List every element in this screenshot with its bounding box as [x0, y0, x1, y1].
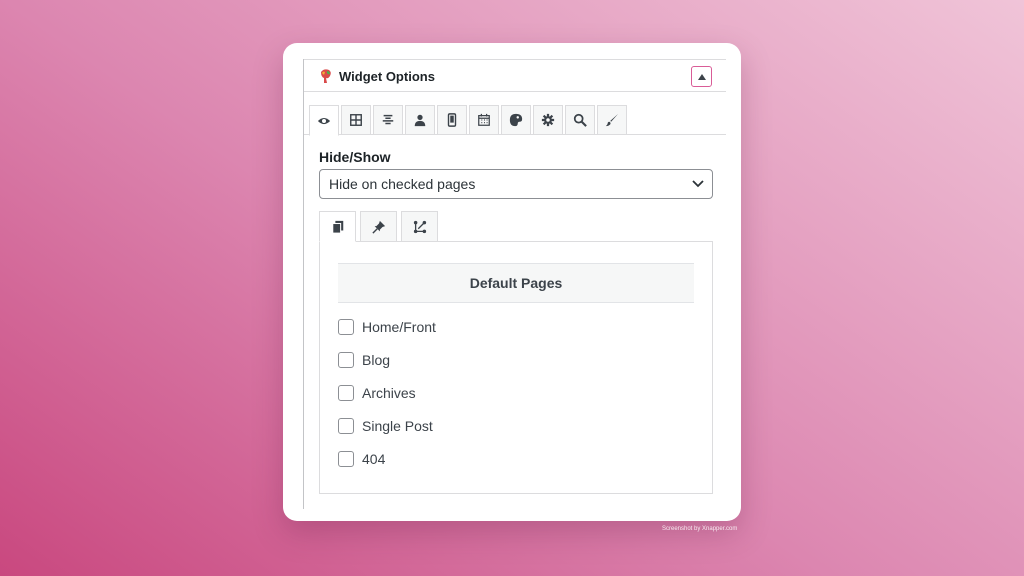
- checkbox-label: Archives: [362, 385, 416, 401]
- tab-mobile[interactable]: [437, 105, 467, 135]
- calendar-icon: [478, 113, 490, 126]
- eye-icon: [317, 117, 331, 124]
- align-center-icon: [382, 114, 394, 125]
- tab-settings[interactable]: [533, 105, 563, 135]
- checkbox-label: Single Post: [362, 418, 433, 434]
- subtab-pages[interactable]: [319, 211, 356, 242]
- watermark: Screenshot by Xnapper.com: [662, 526, 738, 532]
- checkbox-row-home-front[interactable]: Home/Front: [338, 318, 436, 336]
- options-tabs: [304, 105, 726, 136]
- checkbox-label: Home/Front: [362, 319, 436, 335]
- checkbox-row-blog[interactable]: Blog: [338, 351, 390, 369]
- widget-options-panel: Widget Options Hide/Show Hide on checked…: [303, 59, 726, 509]
- user-icon: [414, 114, 426, 127]
- tab-alignment[interactable]: [373, 105, 403, 135]
- page-type-tabs: [319, 211, 713, 242]
- hide-show-selected-value: Hide on checked pages: [329, 176, 476, 192]
- collapse-button[interactable]: [691, 66, 712, 87]
- tab-search[interactable]: [565, 105, 595, 135]
- tab-devices[interactable]: [341, 105, 371, 135]
- pages-icon: [331, 220, 343, 234]
- tab-schedule[interactable]: [469, 105, 499, 135]
- chevron-down-icon: [692, 180, 704, 188]
- hide-show-select[interactable]: Hide on checked pages: [319, 169, 713, 199]
- mobile-icon: [447, 113, 457, 127]
- panel-header[interactable]: Widget Options: [304, 59, 726, 92]
- brush-icon: [605, 113, 619, 127]
- widget-options-logo-icon: [321, 69, 331, 83]
- pin-icon: [371, 220, 385, 234]
- default-pages-heading: Default Pages: [338, 263, 694, 303]
- magnifier-icon: [573, 113, 587, 127]
- panel-title: Widget Options: [339, 69, 435, 84]
- subtab-taxonomies[interactable]: [401, 211, 438, 242]
- widget-card: Widget Options Hide/Show Hide on checked…: [283, 43, 741, 521]
- checkbox-label: 404: [362, 451, 386, 467]
- checkbox-row-archives[interactable]: Archives: [338, 384, 416, 402]
- checkbox-row-404[interactable]: 404: [338, 450, 385, 468]
- checkbox[interactable]: [338, 385, 354, 401]
- checkbox-label: Blog: [362, 352, 391, 368]
- taxonomy-icon: [413, 220, 426, 233]
- checkbox-row-single-post[interactable]: Single Post: [338, 417, 433, 435]
- default-pages-panel: Default Pages Home/Front Blog Archives S…: [319, 241, 713, 494]
- tab-design[interactable]: [597, 105, 627, 135]
- triangle-up-icon: [697, 73, 706, 80]
- palette-icon: [509, 113, 523, 127]
- tab-visibility[interactable]: [309, 105, 339, 136]
- grid-icon: [350, 114, 362, 126]
- tab-roles[interactable]: [405, 105, 435, 135]
- checkbox[interactable]: [338, 451, 354, 467]
- checkbox[interactable]: [338, 319, 354, 335]
- subtab-post-types[interactable]: [360, 211, 397, 242]
- checkbox[interactable]: [338, 352, 354, 368]
- hide-show-label: Hide/Show: [319, 149, 391, 165]
- tab-styling[interactable]: [501, 105, 531, 135]
- gear-icon: [541, 113, 555, 127]
- checkbox[interactable]: [338, 418, 354, 434]
